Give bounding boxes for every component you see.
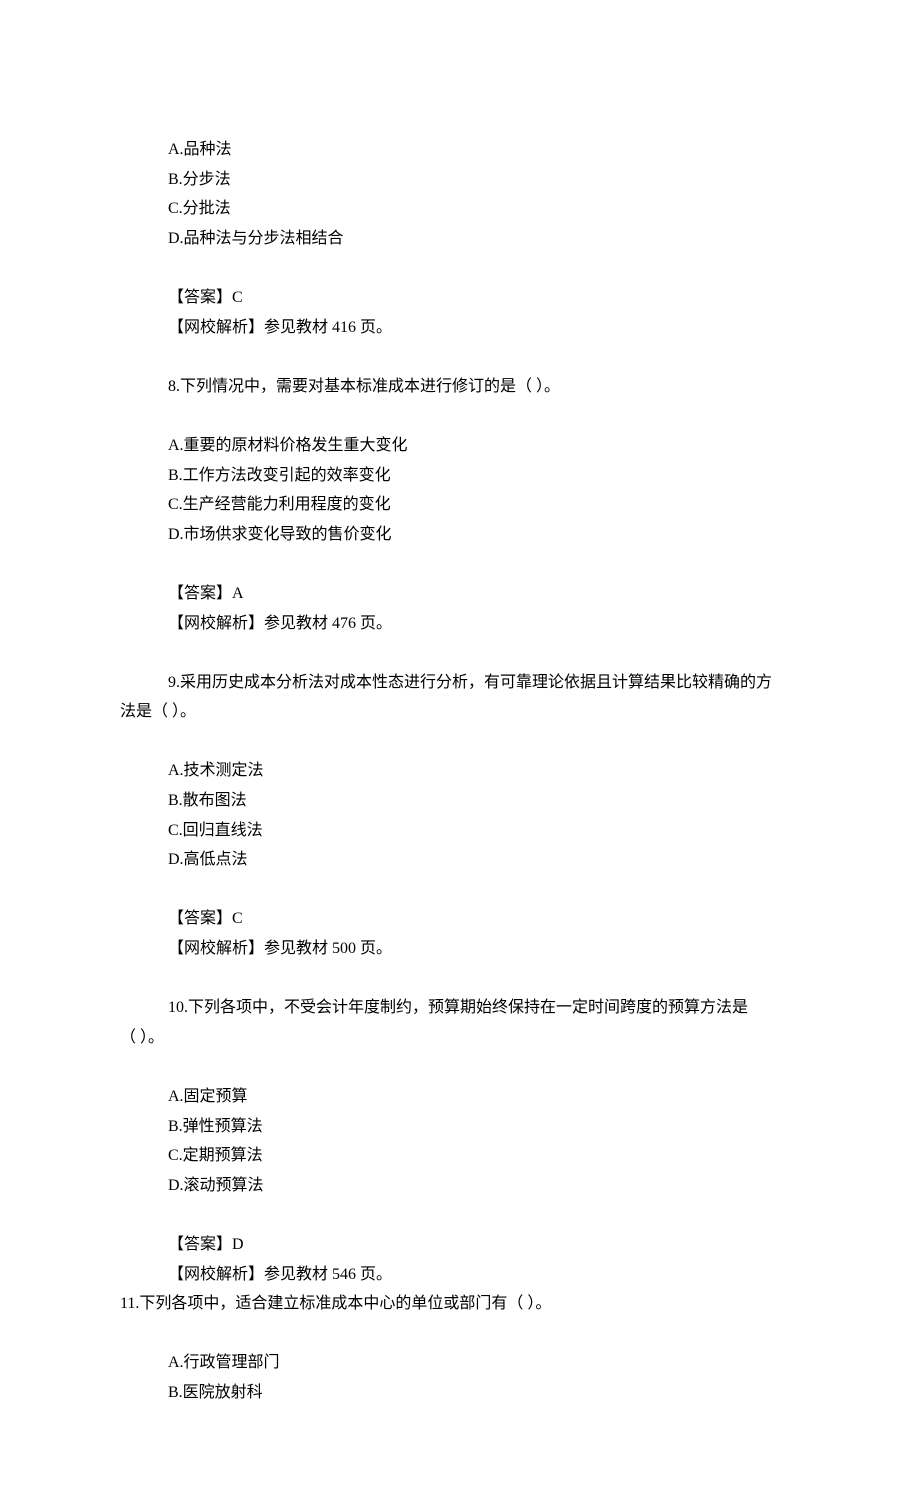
q10-analysis: 【网校解析】参见教材 546 页。 [168,1260,800,1290]
q7-option-d: D.品种法与分步法相结合 [120,224,800,254]
spacer [120,342,800,372]
q10-option-d: D.滚动预算法 [120,1171,800,1201]
spacer [120,1319,800,1349]
q8-answer-block: 【答案】A 【网校解析】参见教材 476 页。 [120,579,800,638]
q9-answer-block: 【答案】C 【网校解析】参见教材 500 页。 [120,904,800,963]
q10-options-block: A.固定预算 B.弹性预算法 C.定期预算法 D.滚动预算法 [120,1082,800,1200]
q8-option-d: D.市场供求变化导致的售价变化 [120,520,800,550]
q9-answer: 【答案】C [168,904,800,934]
q10-option-a: A.固定预算 [120,1082,800,1112]
q8-option-a: A.重要的原材料价格发生重大变化 [120,431,800,461]
spacer [120,875,800,905]
q9-option-c: C.回归直线法 [120,816,800,846]
q8-analysis: 【网校解析】参见教材 476 页。 [168,609,800,639]
q11-options-block: A.行政管理部门 B.医院放射科 [120,1348,800,1407]
spacer [120,253,800,283]
spacer [120,727,800,757]
q7-option-b: B.分步法 [120,165,800,195]
q11-question: 11.下列各项中，适合建立标准成本中心的单位或部门有（ ）。 [120,1289,800,1319]
q9-option-b: B.散布图法 [120,786,800,816]
q9-question-line2: 法是（ ）。 [120,697,800,727]
q8-option-c: C.生产经营能力利用程度的变化 [120,490,800,520]
q7-analysis: 【网校解析】参见教材 416 页。 [168,313,800,343]
q8-answer: 【答案】A [168,579,800,609]
spacer [120,1200,800,1230]
q9-question-line1: 9.采用历史成本分析法对成本性态进行分析，有可靠理论依据且计算结果比较精确的方 [120,668,800,698]
q7-option-c: C.分批法 [120,194,800,224]
q7-option-a: A.品种法 [120,135,800,165]
q10-option-c: C.定期预算法 [120,1141,800,1171]
spacer [120,549,800,579]
q8-options-block: A.重要的原材料价格发生重大变化 B.工作方法改变引起的效率变化 C.生产经营能… [120,431,800,549]
q7-options-block: A.品种法 B.分步法 C.分批法 D.品种法与分步法相结合 [120,135,800,253]
spacer [120,1052,800,1082]
q8-option-b: B.工作方法改变引起的效率变化 [120,461,800,491]
q9-question-block: 9.采用历史成本分析法对成本性态进行分析，有可靠理论依据且计算结果比较精确的方 … [120,668,800,727]
spacer [120,401,800,431]
q9-option-d: D.高低点法 [120,845,800,875]
q10-question-line1: 10.下列各项中，不受会计年度制约，预算期始终保持在一定时间跨度的预算方法是 [120,993,800,1023]
q11-option-b: B.医院放射科 [120,1378,800,1408]
q10-answer: 【答案】D [168,1230,800,1260]
q9-option-a: A.技术测定法 [120,756,800,786]
q10-question-line2: （ ）。 [120,1023,800,1053]
q10-question-block: 10.下列各项中，不受会计年度制约，预算期始终保持在一定时间跨度的预算方法是 （… [120,993,800,1052]
q7-answer: 【答案】C [168,283,800,313]
q7-answer-block: 【答案】C 【网校解析】参见教材 416 页。 [120,283,800,342]
q10-answer-block: 【答案】D 【网校解析】参见教材 546 页。 [120,1230,800,1289]
spacer [120,964,800,994]
q11-option-a: A.行政管理部门 [120,1348,800,1378]
q10-option-b: B.弹性预算法 [120,1112,800,1142]
q9-analysis: 【网校解析】参见教材 500 页。 [168,934,800,964]
q8-question: 8.下列情况中，需要对基本标准成本进行修订的是（ ）。 [120,372,800,402]
q9-options-block: A.技术测定法 B.散布图法 C.回归直线法 D.高低点法 [120,756,800,874]
spacer [120,638,800,668]
